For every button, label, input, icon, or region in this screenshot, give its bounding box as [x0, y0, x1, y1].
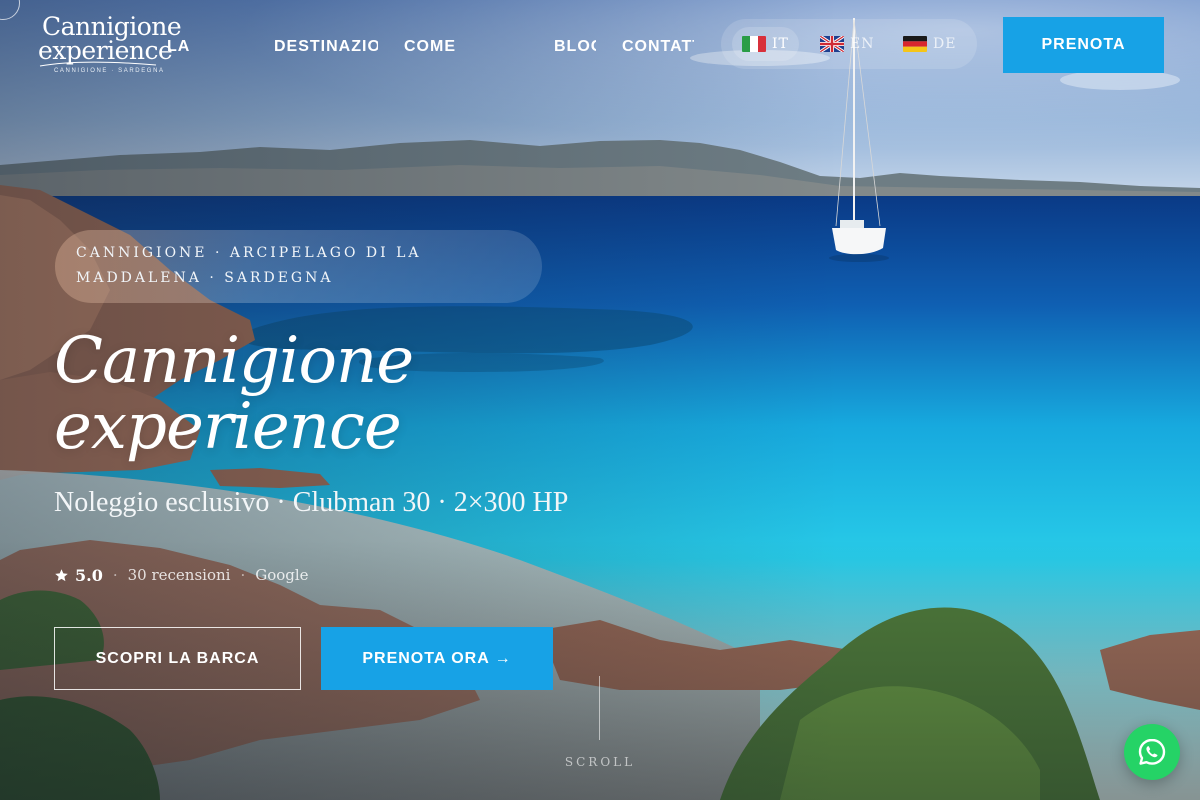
star-icon	[55, 568, 68, 581]
rating-score: 5.0	[75, 565, 103, 585]
nav-item-destinazioni[interactable]: DESTINAZIO	[274, 38, 378, 56]
header-book-button[interactable]: PRENOTA	[1003, 17, 1164, 73]
nav-item-contatti[interactable]: CONTATTI	[622, 38, 694, 56]
logo-tagline: CANNIGIONE · SARDEGNA	[54, 68, 165, 74]
site-logo[interactable]: Cannigione experience CANNIGIONE · SARDE…	[38, 12, 182, 80]
whatsapp-icon	[1138, 738, 1166, 765]
language-switcher: IT EN DE	[721, 19, 977, 69]
hero-title-line-2: experience	[54, 390, 402, 464]
logo-swash-icon	[39, 61, 157, 67]
scroll-label[interactable]: SCROLL	[560, 755, 640, 769]
lang-label-en: EN	[850, 36, 875, 52]
flag-de-icon	[903, 36, 927, 52]
flag-uk-icon	[820, 36, 844, 52]
whatsapp-button[interactable]	[1124, 724, 1180, 780]
lang-option-de[interactable]: DE	[893, 27, 966, 61]
lang-option-en[interactable]: EN	[810, 27, 884, 61]
rating-separator: ·	[112, 566, 118, 584]
discover-boat-button[interactable]: SCOPRI LA BARCA	[54, 627, 301, 690]
nav-item-blog[interactable]: BLOG	[554, 38, 596, 56]
nav-item-come[interactable]: COME	[404, 38, 464, 56]
hero-subtitle: Noleggio esclusivo · Clubman 30 · 2×300 …	[54, 487, 569, 518]
scroll-indicator-line	[599, 676, 600, 740]
lang-label-it: IT	[772, 36, 789, 52]
flag-it-icon	[742, 36, 766, 52]
lang-option-it[interactable]: IT	[732, 27, 799, 61]
rating-source: Google	[255, 566, 309, 584]
location-badge: CANNIGIONE · ARCIPELAGO DI LA MADDALENA …	[55, 230, 542, 303]
book-now-button[interactable]: PRENOTA ORA →	[321, 627, 553, 690]
location-text: CANNIGIONE · ARCIPELAGO DI LA MADDALENA …	[76, 245, 422, 286]
nav-item-la[interactable]: LA	[167, 38, 193, 56]
google-rating: 5.0 · 30 recensioni · Google	[54, 564, 309, 586]
hero-title-line-1: Cannigione	[54, 324, 414, 398]
rating-separator: ·	[240, 566, 246, 584]
lang-label-de: DE	[933, 36, 957, 52]
rating-reviews: 30 recensioni	[127, 566, 231, 584]
hero-title: Cannigione experience	[54, 328, 614, 460]
